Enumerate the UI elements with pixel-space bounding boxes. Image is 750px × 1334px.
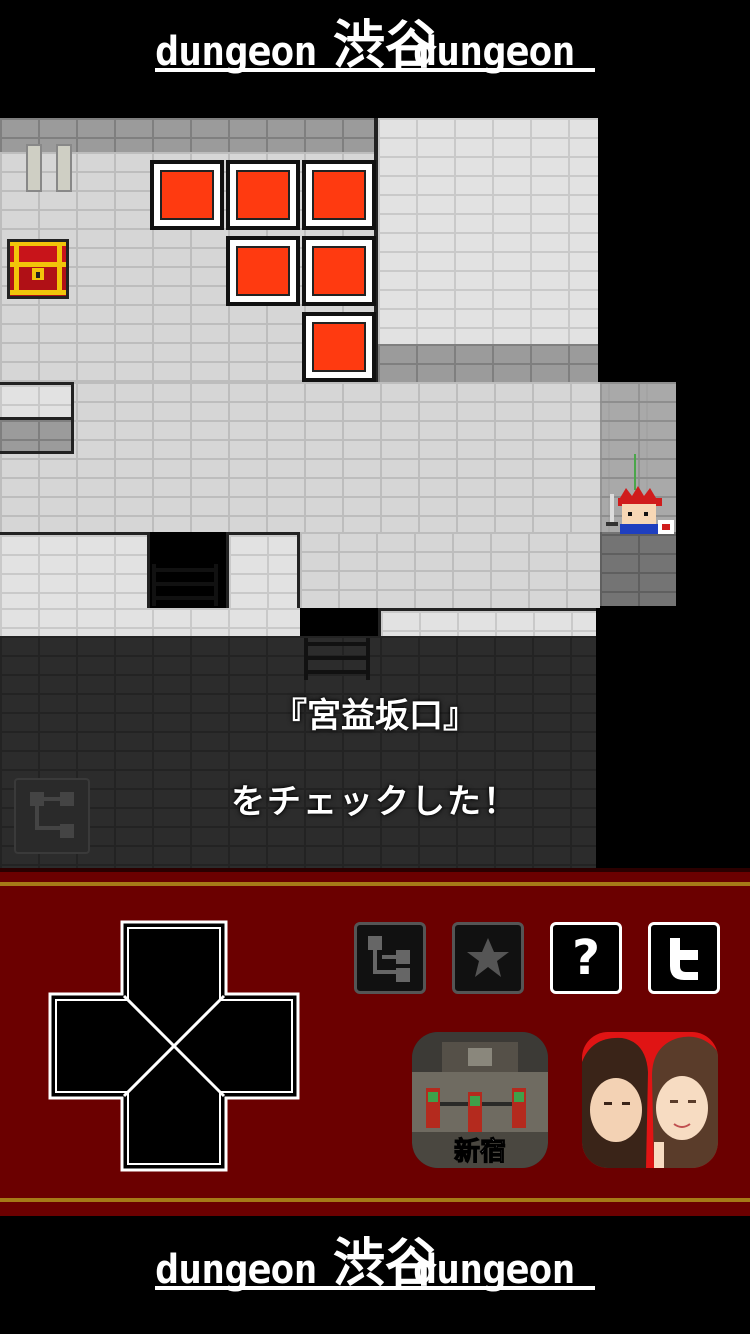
promo-app-caption: 新宿: [454, 1136, 506, 1167]
map-icon: [30, 792, 74, 838]
logo-left-word: dungeon: [155, 29, 318, 75]
red-block: [226, 236, 300, 306]
dungeon-map[interactable]: 『宮益坂口』 をチェックした！: [0, 118, 750, 868]
wall-lower-right: [378, 608, 600, 638]
red-block: [226, 160, 300, 230]
dpad[interactable]: [48, 920, 300, 1172]
twitter-button[interactable]: [648, 922, 720, 994]
wall-block-left: [0, 382, 74, 420]
event-message-line2: をチェックした！: [231, 782, 519, 822]
map-overlay-button[interactable]: [14, 778, 90, 854]
red-block: [302, 160, 376, 230]
dpad-right[interactable]: [222, 1000, 292, 1092]
map-icon: [368, 936, 410, 982]
floor-corridor: [0, 382, 676, 532]
map-button[interactable]: [354, 922, 426, 994]
wall-lower-left-2: [0, 608, 300, 638]
header-banner: dungeon 渋谷 dungeon: [0, 0, 750, 118]
wall-lower-left: [0, 532, 150, 608]
promo-app-manga[interactable]: [582, 1032, 718, 1168]
help-label: ?: [572, 930, 600, 986]
dpad-up[interactable]: [128, 928, 220, 998]
ladder[interactable]: [304, 638, 370, 680]
logo-right-word: dungeon: [413, 1247, 576, 1293]
player-character: [606, 454, 674, 534]
pillar: [56, 144, 72, 192]
star-icon: [467, 938, 509, 977]
ladder[interactable]: [152, 564, 218, 606]
pillar: [26, 144, 42, 192]
logo-underline: [155, 68, 595, 72]
gold-trim-bottom: [0, 1198, 750, 1202]
shadow-divider: [596, 608, 600, 868]
event-message-line1: 『宮益坂口』: [273, 696, 477, 736]
wall-block-left-base: [0, 420, 74, 454]
game-logo: dungeon 渋谷 dungeon: [155, 1233, 595, 1302]
help-button[interactable]: ?: [550, 922, 622, 994]
red-block: [150, 160, 224, 230]
floor-lower: [300, 532, 600, 608]
red-block: [302, 236, 376, 306]
logo-underline: [155, 1286, 595, 1290]
game-logo: dungeon 渋谷 dungeon: [155, 15, 595, 84]
logo-left-word: dungeon: [155, 1247, 318, 1293]
dpad-down[interactable]: [128, 1094, 220, 1164]
wall-block-upper-right: [378, 118, 598, 344]
wall-lower-mid: [226, 532, 300, 608]
favorite-button[interactable]: [452, 922, 524, 994]
twitter-icon: [670, 938, 698, 980]
manga-app-icon: [582, 1032, 718, 1168]
promo-app-shinjuku[interactable]: 新宿: [412, 1032, 548, 1168]
wall-block-upper-right-base: [378, 344, 598, 382]
control-panel: ? 新宿: [0, 868, 750, 1216]
shinjuku-dungeon-app-icon: 新宿: [412, 1032, 548, 1168]
dpad-left[interactable]: [56, 1000, 126, 1092]
treasure-chest-icon[interactable]: [6, 238, 70, 300]
red-block: [302, 312, 376, 382]
gold-trim-top: [0, 882, 750, 886]
footer-banner: dungeon 渋谷 dungeon: [0, 1216, 750, 1334]
logo-right-word: dungeon: [413, 29, 576, 75]
